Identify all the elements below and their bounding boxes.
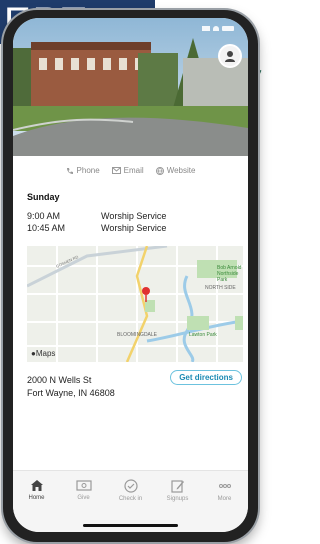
phone-icon xyxy=(66,167,73,174)
phone-label: Phone xyxy=(76,166,100,175)
website-link[interactable]: Website xyxy=(155,166,196,175)
service-row: 9:00 AM Worship Service xyxy=(27,211,166,221)
tab-label: Check in xyxy=(118,496,143,502)
service-name: Worship Service xyxy=(101,223,167,233)
more-icon xyxy=(218,484,231,488)
church-address: 2000 N Wells St Fort Wayne, IN 46808 xyxy=(27,374,115,400)
phone-link[interactable]: Phone xyxy=(66,166,100,175)
check-in-icon xyxy=(123,479,138,493)
home-indicator[interactable] xyxy=(83,524,178,527)
church-hero-photo xyxy=(13,18,248,156)
contact-links: Phone Email Website xyxy=(13,166,248,175)
bottom-tab-bar: Home Give Check in Signups More xyxy=(13,470,248,532)
service-name: Worship Service xyxy=(101,211,167,221)
give-icon xyxy=(75,480,92,491)
website-label: Website xyxy=(166,166,196,175)
person-icon xyxy=(225,51,235,62)
signups-icon xyxy=(170,480,184,493)
tab-label: Give xyxy=(77,495,90,501)
map-label-park: Bob Arnold Northside Park xyxy=(217,265,242,283)
address-line-2: Fort Wayne, IN 46808 xyxy=(27,388,115,398)
email-label: Email xyxy=(123,166,144,175)
email-icon xyxy=(111,167,121,174)
battery-icon xyxy=(222,26,234,31)
tab-label: Home xyxy=(28,495,45,501)
maps-attribution: ●Maps xyxy=(31,349,56,358)
service-row: 10:45 AM Worship Service xyxy=(27,223,166,233)
tab-home[interactable]: Home xyxy=(17,479,57,532)
home-icon xyxy=(30,480,43,491)
globe-icon xyxy=(155,166,164,175)
schedule-day: Sunday xyxy=(27,192,60,202)
wifi-icon xyxy=(213,26,219,31)
address-line-1: 2000 N Wells St xyxy=(27,375,92,385)
service-time: 9:00 AM xyxy=(27,211,61,221)
location-map[interactable]: Bob Arnold Northside Park NORTH SIDE BLO… xyxy=(27,246,243,362)
tab-label: More xyxy=(217,496,232,502)
signal-icon xyxy=(202,26,210,31)
tab-more[interactable]: More xyxy=(205,479,245,532)
service-time: 10:45 AM xyxy=(27,223,66,233)
status-bar xyxy=(202,26,234,31)
map-label-bloomingdale: BLOOMINGDALE xyxy=(117,332,158,338)
map-label-north-side: NORTH SIDE xyxy=(205,285,236,291)
profile-avatar[interactable] xyxy=(218,44,242,68)
map-label-lawton: Lawton Park xyxy=(189,332,217,338)
app-screen: Phone Email Website Sunday 9:00 AM Worshi… xyxy=(13,18,248,532)
get-directions-button[interactable]: Get directions xyxy=(170,370,242,385)
email-link[interactable]: Email xyxy=(111,166,144,175)
tab-label: Signups xyxy=(166,496,189,502)
phone-frame: Phone Email Website Sunday 9:00 AM Worshi… xyxy=(3,10,258,542)
